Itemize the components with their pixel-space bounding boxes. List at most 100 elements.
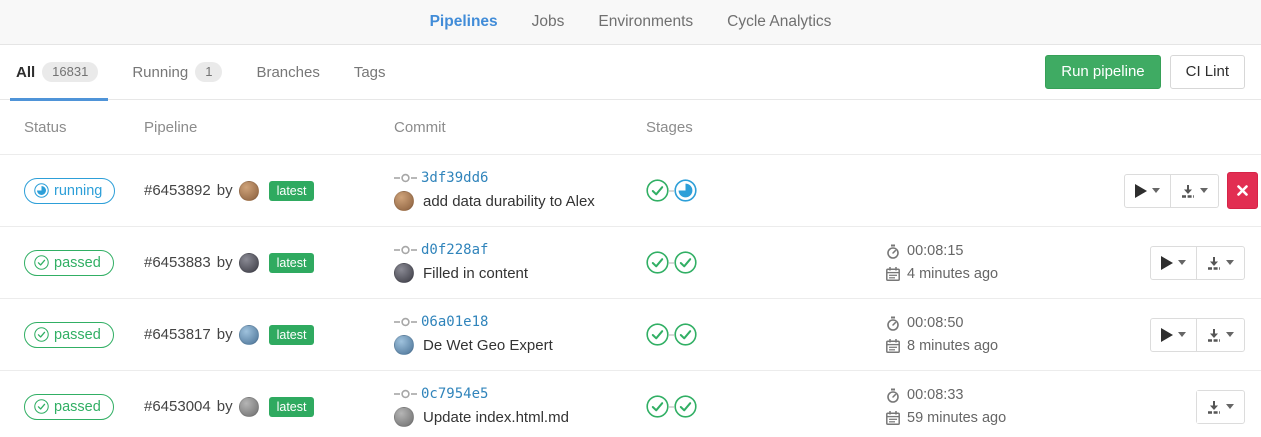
pipeline-link[interactable]: #6453004 [144,398,211,415]
commit-icon [394,171,417,185]
nav-environments[interactable]: Environments [598,13,693,31]
commit-message-link[interactable]: De Wet Geo Expert [423,337,553,354]
top-navigation: Pipelines Jobs Environments Cycle Analyt… [0,0,1261,45]
download-icon [1207,256,1221,270]
chevron-down-icon [1152,188,1160,193]
stage-icon-running[interactable] [674,179,697,202]
duration-stopwatch-icon [886,388,900,403]
finished-ago-text: 59 minutes ago [907,410,1006,426]
pipeline-link[interactable]: #6453892 [144,182,211,199]
committer-avatar[interactable] [394,335,414,355]
tab-all-count: 16831 [42,62,98,82]
ci-lint-button[interactable]: CI Lint [1170,55,1245,90]
user-avatar[interactable] [239,325,259,345]
commit-hash-link[interactable]: d0f228af [421,242,488,258]
status-label: passed [54,255,101,271]
by-label: by [217,398,233,415]
stage-icon-passed[interactable] [674,395,697,418]
pipeline-link[interactable]: #6453883 [144,254,211,271]
play-dropdown-button[interactable] [1151,319,1196,351]
actions-button-group [1150,246,1245,280]
download-artifacts-button[interactable] [1196,319,1244,351]
status-badge-passed[interactable]: passed [24,394,114,420]
actions-button-group [1196,390,1245,424]
chevron-down-icon [1178,332,1186,337]
header-commit: Commit [386,119,638,136]
commit-hash-link[interactable]: 06a01e18 [421,314,488,330]
commit-message-link[interactable]: add data durability to Alex [423,193,595,210]
latest-badge[interactable]: latest [269,253,315,273]
pipeline-row: running #6453892 by latest 3df39dd6 add … [0,155,1261,227]
play-dropdown-button[interactable] [1125,175,1170,207]
committer-avatar[interactable] [394,263,414,283]
by-label: by [217,254,233,271]
pipeline-row: passed #6453004 by latest 0c7954e5 Updat… [0,371,1261,437]
play-icon [1161,256,1173,270]
committer-avatar[interactable] [394,191,414,211]
stage-icon-passed[interactable] [646,179,669,202]
passed-icon [34,255,49,270]
committer-avatar[interactable] [394,407,414,427]
user-avatar[interactable] [239,253,259,273]
duration-text: 00:08:33 [907,387,963,403]
nav-cycle-analytics[interactable]: Cycle Analytics [727,13,831,31]
actions-button-group [1150,318,1245,352]
stage-icon-passed[interactable] [646,395,669,418]
finished-ago-text: 4 minutes ago [907,266,998,282]
by-label: by [217,182,233,199]
latest-badge[interactable]: latest [269,325,315,345]
stages-group [646,179,878,202]
tab-tags[interactable]: Tags [354,45,386,100]
close-icon [1237,185,1248,196]
header-stages: Stages [638,119,878,136]
header-status: Status [16,119,136,136]
play-icon [1161,328,1173,342]
download-icon [1207,400,1221,414]
play-icon [1135,184,1147,198]
download-artifacts-button[interactable] [1197,391,1244,423]
stage-icon-passed[interactable] [674,251,697,274]
passed-icon [34,327,49,342]
cancel-pipeline-button[interactable] [1227,172,1258,209]
user-avatar[interactable] [239,397,259,417]
latest-badge[interactable]: latest [269,181,315,201]
status-badge-passed[interactable]: passed [24,250,114,276]
download-artifacts-button[interactable] [1196,247,1244,279]
stages-group [646,395,878,418]
stage-icon-passed[interactable] [646,251,669,274]
user-avatar[interactable] [239,181,259,201]
header-pipeline: Pipeline [136,119,386,136]
calendar-icon [886,339,900,353]
nav-pipelines[interactable]: Pipelines [430,13,498,31]
status-label: passed [54,327,101,343]
download-icon [1181,184,1195,198]
tab-all[interactable]: All 16831 [16,45,98,100]
status-badge-running[interactable]: running [24,178,115,204]
tab-running-label: Running [132,64,188,81]
status-badge-passed[interactable]: passed [24,322,114,348]
stage-icon-passed[interactable] [646,323,669,346]
chevron-down-icon [1226,404,1234,409]
latest-badge[interactable]: latest [269,397,315,417]
tab-running[interactable]: Running 1 [132,45,222,100]
nav-jobs[interactable]: Jobs [532,13,565,31]
stage-icon-passed[interactable] [674,323,697,346]
chevron-down-icon [1226,332,1234,337]
status-label: passed [54,399,101,415]
pipeline-link[interactable]: #6453817 [144,326,211,343]
play-dropdown-button[interactable] [1151,247,1196,279]
commit-hash-link[interactable]: 3df39dd6 [421,170,488,186]
tab-branches[interactable]: Branches [256,45,319,100]
download-artifacts-button[interactable] [1170,175,1218,207]
chevron-down-icon [1226,260,1234,265]
stages-group [646,323,878,346]
chevron-down-icon [1200,188,1208,193]
commit-message-link[interactable]: Update index.html.md [423,409,569,426]
by-label: by [217,326,233,343]
commit-hash-link[interactable]: 0c7954e5 [421,386,488,402]
run-pipeline-button[interactable]: Run pipeline [1045,55,1160,90]
commit-message-link[interactable]: Filled in content [423,265,528,282]
pipeline-row: passed #6453883 by latest d0f228af Fille… [0,227,1261,299]
duration-stopwatch-icon [886,244,900,259]
finished-ago-text: 8 minutes ago [907,338,998,354]
